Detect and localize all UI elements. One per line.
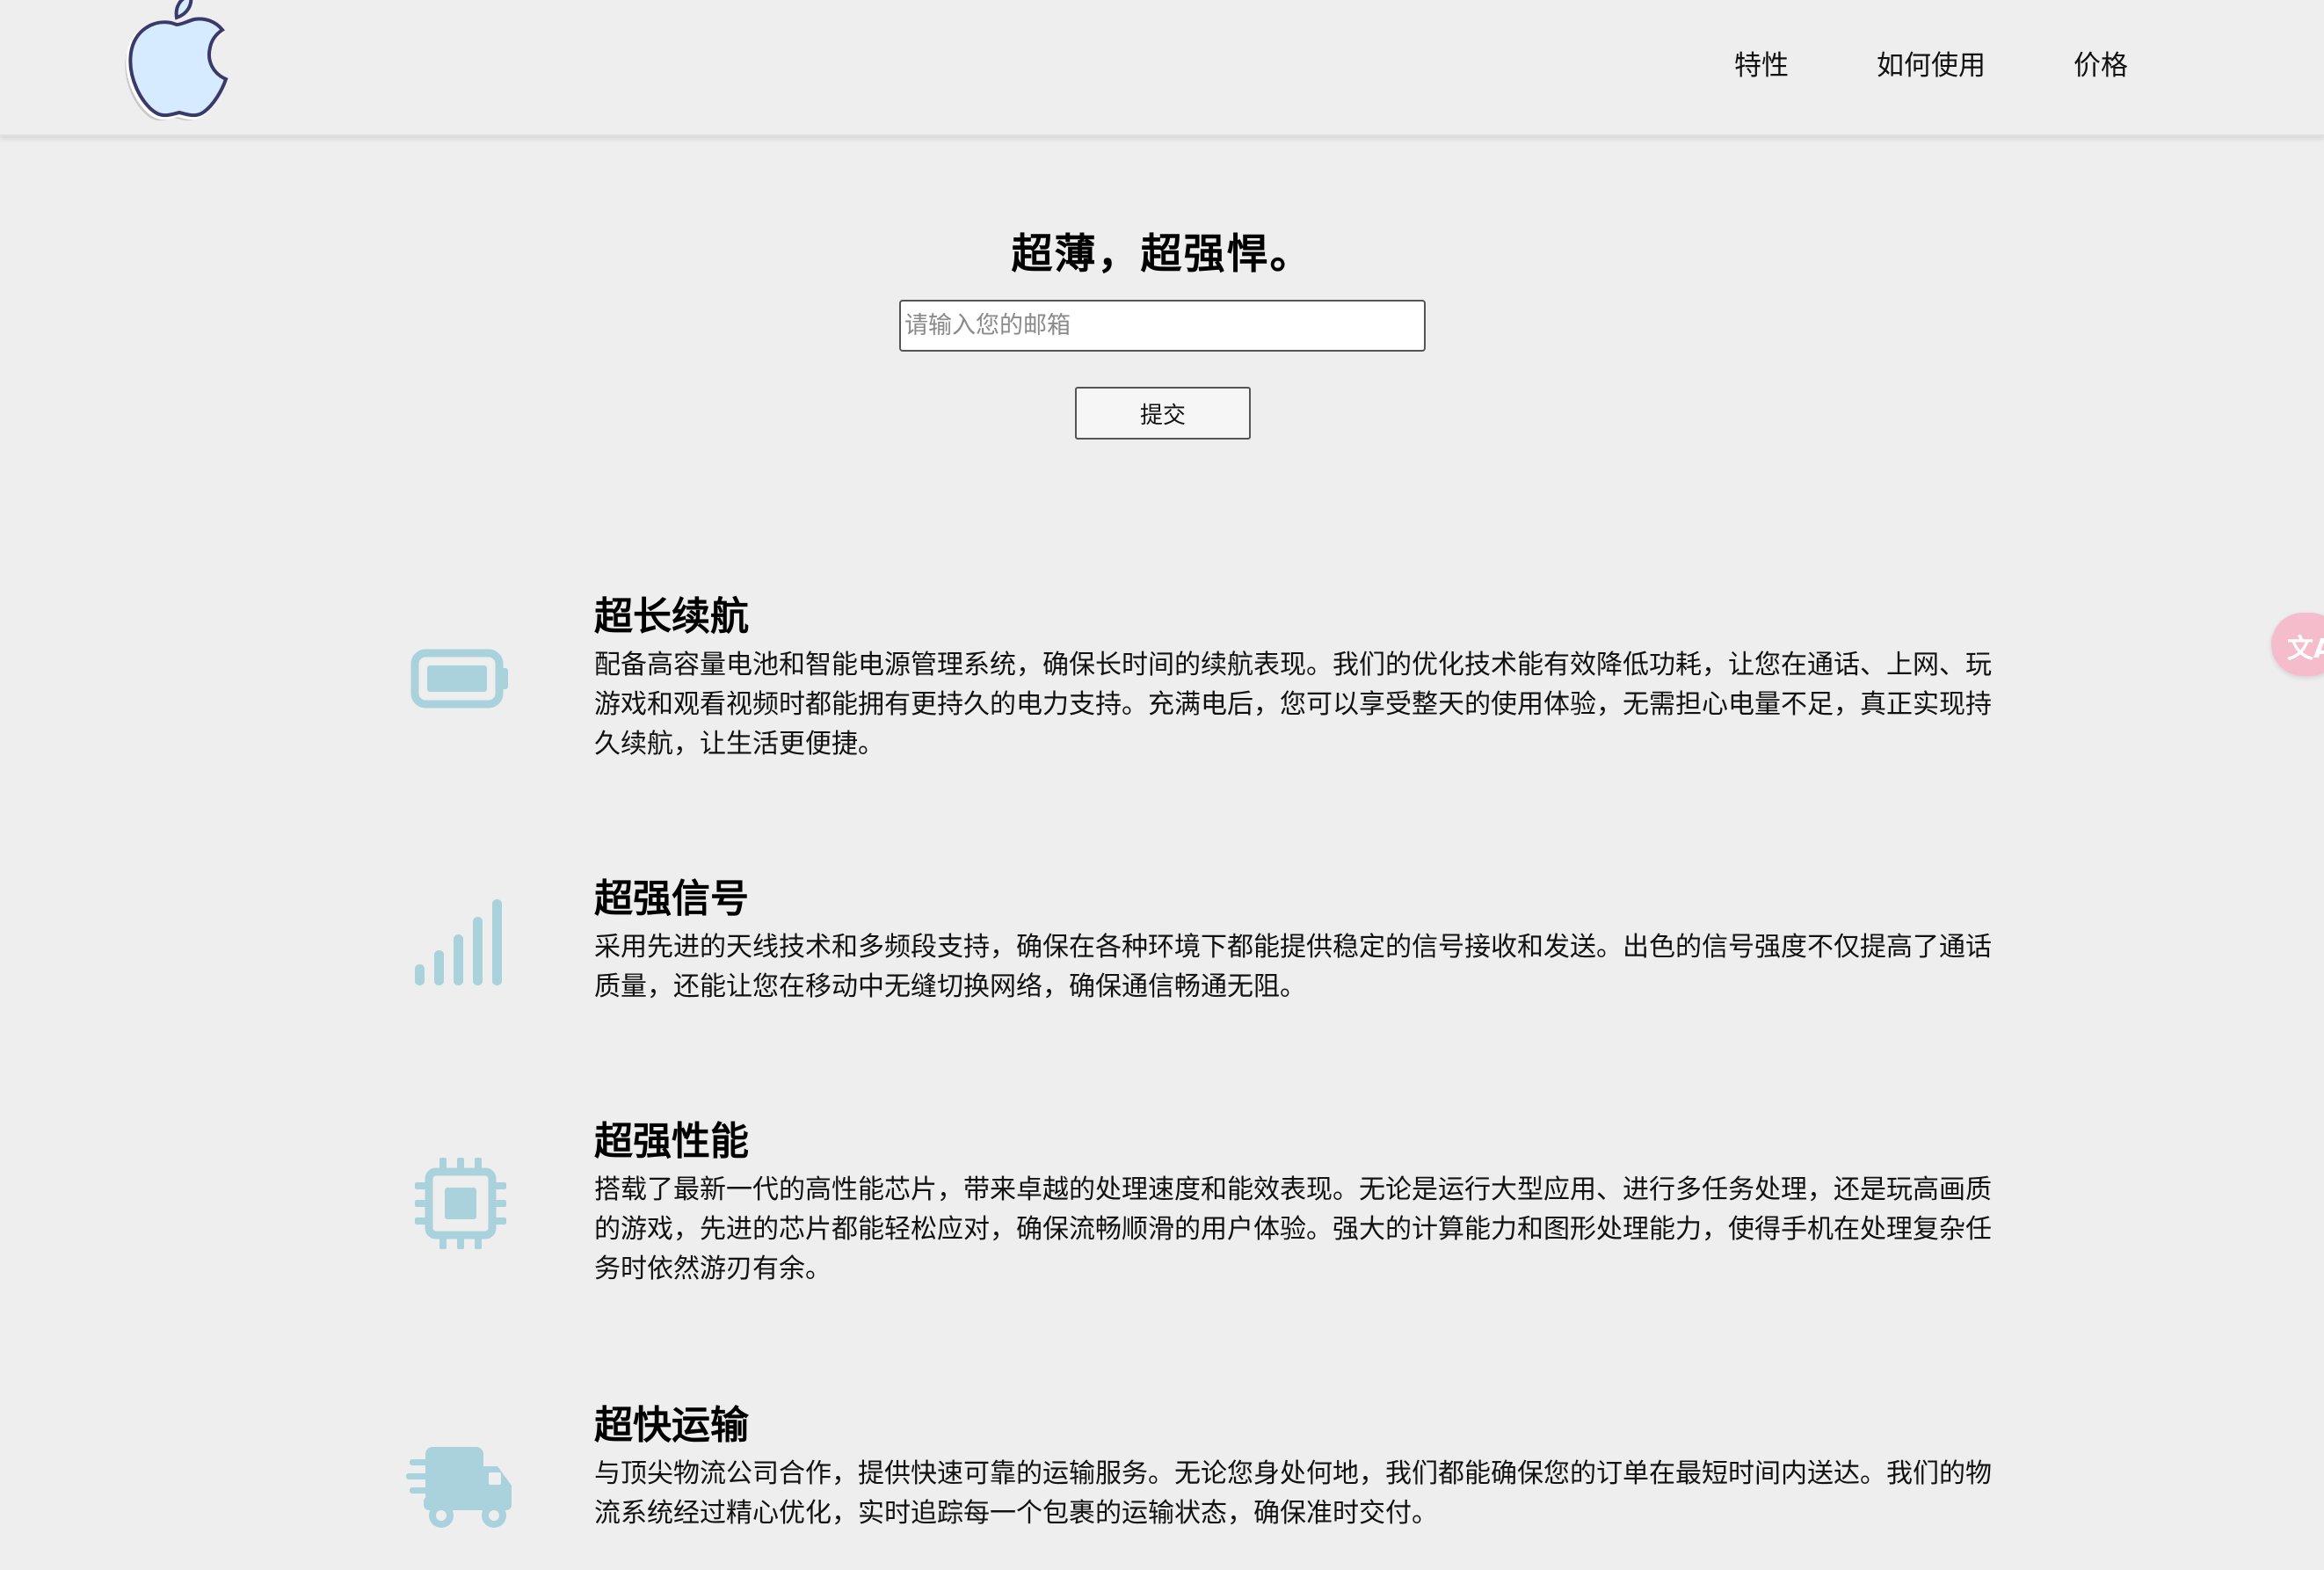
feature-description: 采用先进的天线技术和多频段支持，确保在各种环境下都能提供稳定的信号接收和发送。出… bbox=[594, 932, 1992, 1002]
nav-link-features[interactable]: 特性 bbox=[1734, 44, 1789, 88]
submit-button[interactable]: 提交 bbox=[1075, 387, 1251, 440]
main-nav: 特性 如何使用 价格 bbox=[1646, 44, 2128, 88]
truck-icon bbox=[406, 1447, 512, 1528]
feature-title: 超快运输 bbox=[594, 1403, 749, 1448]
translate-icon: 文A bbox=[2287, 634, 2324, 665]
site-header: 特性 如何使用 价格 bbox=[0, 0, 2324, 136]
nav-link-pricing[interactable]: 价格 bbox=[2073, 44, 2128, 88]
signal-icon bbox=[415, 899, 502, 985]
feature-description: 与顶尖物流公司合作，提供快速可靠的运输服务。无论您身处何地，我们都能确保您的订单… bbox=[594, 1458, 1992, 1529]
feature-title: 超强信号 bbox=[594, 876, 749, 921]
hero-title: 超薄，超强悍。 bbox=[1011, 230, 1313, 279]
feature-description: 配备高容量电池和智能电源管理系统，确保长时间的续航表现。我们的优化技术能有效降低… bbox=[594, 650, 1992, 760]
translate-button[interactable]: 文A bbox=[2271, 613, 2324, 676]
battery-icon bbox=[410, 649, 508, 709]
chip-icon bbox=[415, 1158, 506, 1249]
feature-description: 搭载了最新一代的高性能芯片，带来卓越的处理速度和能效表现。无论是运行大型应用、进… bbox=[594, 1174, 1992, 1284]
apple-logo-icon[interactable] bbox=[119, 0, 240, 129]
feature-title: 超长续航 bbox=[594, 594, 749, 639]
nav-link-how-to-use[interactable]: 如何使用 bbox=[1877, 44, 1986, 88]
email-input[interactable] bbox=[899, 300, 1426, 352]
feature-title: 超强性能 bbox=[594, 1119, 749, 1164]
